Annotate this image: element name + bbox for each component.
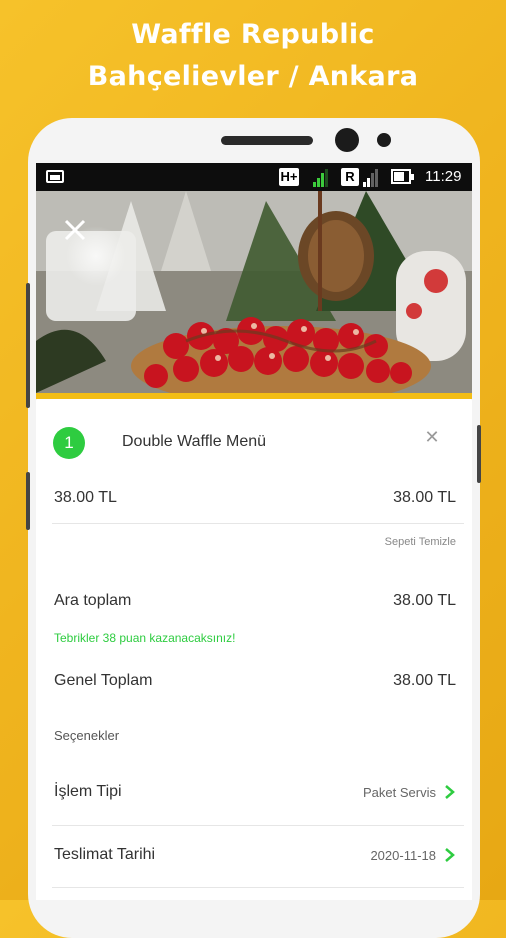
subtotal-value: 38.00 TL [393, 592, 456, 609]
signal-bar [375, 169, 378, 187]
option-value: Paket Servis [363, 785, 436, 800]
cart-card: 1 Double Waffle Menü ✕ 38.00 TL 38.00 TL… [36, 399, 472, 900]
grand-total-value: 38.00 TL [393, 672, 456, 689]
chevron-right-icon [445, 785, 455, 799]
status-bar: H+ R 11:29 [36, 163, 472, 191]
product-hero-image [36, 191, 472, 393]
phone-side-button [26, 472, 30, 530]
option-label: Teslimat Tarihi [54, 846, 156, 863]
signal-bar [325, 169, 328, 187]
roaming-badge: R [341, 168, 359, 186]
gallery-icon [46, 170, 64, 183]
phone-power-button [477, 425, 481, 483]
clear-cart-link[interactable]: Sepeti Temizle [385, 536, 456, 548]
option-value: 2020-11-18 [370, 848, 436, 863]
signal-bar [367, 178, 370, 187]
promo-header: Waffle Republic Bahçelievler / Ankara [0, 14, 506, 98]
signal-bar [321, 173, 324, 187]
promo-subtitle: Bahçelievler / Ankara [87, 61, 419, 92]
remove-item-icon[interactable]: ✕ [422, 427, 442, 447]
signal-strength-icon-2 [363, 167, 378, 187]
cart-item-name: Double Waffle Menü [122, 433, 267, 450]
status-time: 11:29 [425, 168, 462, 185]
subtotal-label: Ara toplam [54, 592, 132, 609]
phone-earpiece [221, 136, 313, 145]
points-message: Tebrikler 38 puan kazanacaksınız! [54, 631, 236, 645]
app-screen: H+ R 11:29 1 Double Waffle Menü ✕ 38.00 … [36, 163, 472, 900]
promo-title: Waffle Republic [131, 19, 375, 50]
option-label: İşlem Tipi [54, 783, 122, 800]
option-row-service-type[interactable]: İşlem Tipi Paket Servis [36, 758, 472, 812]
network-type-badge: H+ [279, 168, 299, 186]
divider [52, 887, 464, 888]
close-icon[interactable] [58, 213, 92, 247]
signal-bar [371, 173, 374, 187]
options-section-label: Seçenekler [54, 728, 120, 743]
battery-icon [391, 169, 414, 184]
signal-bar [363, 182, 366, 187]
phone-sensor [377, 133, 391, 147]
phone-camera [335, 128, 359, 152]
item-unit-price: 38.00 TL [54, 489, 117, 506]
grand-total-label: Genel Toplam [54, 672, 153, 689]
divider [52, 523, 464, 524]
signal-bar [317, 178, 320, 187]
item-total-price: 38.00 TL [393, 489, 456, 506]
signal-bar [313, 182, 316, 187]
chevron-right-icon [445, 848, 455, 862]
option-row-delivery-date[interactable]: Teslimat Tarihi 2020-11-18 [36, 824, 472, 878]
item-quantity-badge: 1 [53, 427, 85, 459]
signal-strength-icon [313, 167, 328, 187]
phone-volume-button [26, 283, 30, 408]
